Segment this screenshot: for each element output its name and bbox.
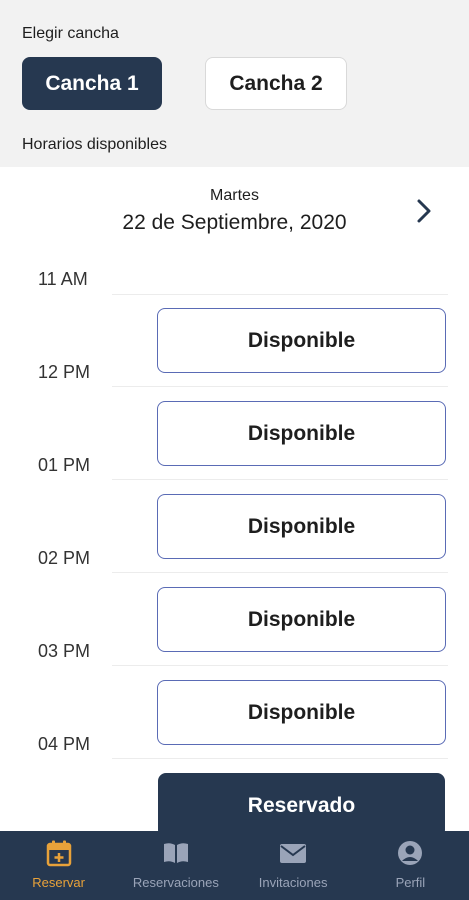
hour-divider	[112, 665, 448, 666]
nav-item-invitaciones[interactable]: Invitaciones	[235, 831, 352, 900]
slot-11am-button[interactable]: Disponible	[157, 308, 446, 373]
envelope-icon	[280, 844, 307, 863]
user-circle-icon	[398, 841, 423, 865]
calendar-plus-icon	[46, 840, 71, 867]
nav-item-perfil[interactable]: Perfil	[352, 831, 469, 900]
nav-label-reservar: Reservar	[32, 875, 85, 890]
time-label-02pm: 02 PM	[38, 548, 91, 568]
nav-label-perfil: Perfil	[395, 875, 426, 890]
slot-12pm-button[interactable]: Disponible	[157, 401, 446, 466]
time-label-11am: 11 AM	[38, 269, 88, 289]
hour-divider	[112, 572, 448, 573]
slot-03pm-button[interactable]: Disponible	[157, 680, 446, 745]
hour-divider	[112, 294, 448, 295]
hour-divider	[112, 758, 448, 759]
schedule-date: 22 de Septiembre, 2020	[122, 211, 347, 234]
chevron-right-icon[interactable]	[410, 196, 438, 226]
court-2-button[interactable]: Cancha 2	[205, 57, 347, 110]
hour-divider	[112, 386, 448, 387]
nav-item-reservar[interactable]: Reservar	[0, 831, 117, 900]
nav-item-reservaciones[interactable]: Reservaciones	[117, 831, 234, 900]
bottom-navigation: Reservar Reservaciones Invitaciones Perf…	[0, 831, 469, 900]
slot-01pm-button[interactable]: Disponible	[157, 494, 446, 559]
hour-divider	[112, 479, 448, 480]
nav-label-reservaciones: Reservaciones	[132, 875, 219, 890]
slot-04pm-reserved[interactable]: Reservado	[158, 773, 445, 838]
available-hours-label: Horarios disponibles	[22, 136, 167, 153]
time-label-04pm: 04 PM	[38, 734, 91, 754]
time-label-03pm: 03 PM	[38, 641, 91, 661]
book-icon	[163, 843, 188, 863]
nav-label-invitaciones: Invitaciones	[258, 875, 328, 890]
slot-02pm-button[interactable]: Disponible	[157, 587, 446, 652]
choose-court-label: Elegir cancha	[22, 25, 119, 42]
time-label-12pm: 12 PM	[38, 362, 91, 382]
court-1-button[interactable]: Cancha 1	[22, 57, 162, 110]
day-name: Martes	[210, 187, 259, 204]
time-label-01pm: 01 PM	[38, 455, 91, 475]
